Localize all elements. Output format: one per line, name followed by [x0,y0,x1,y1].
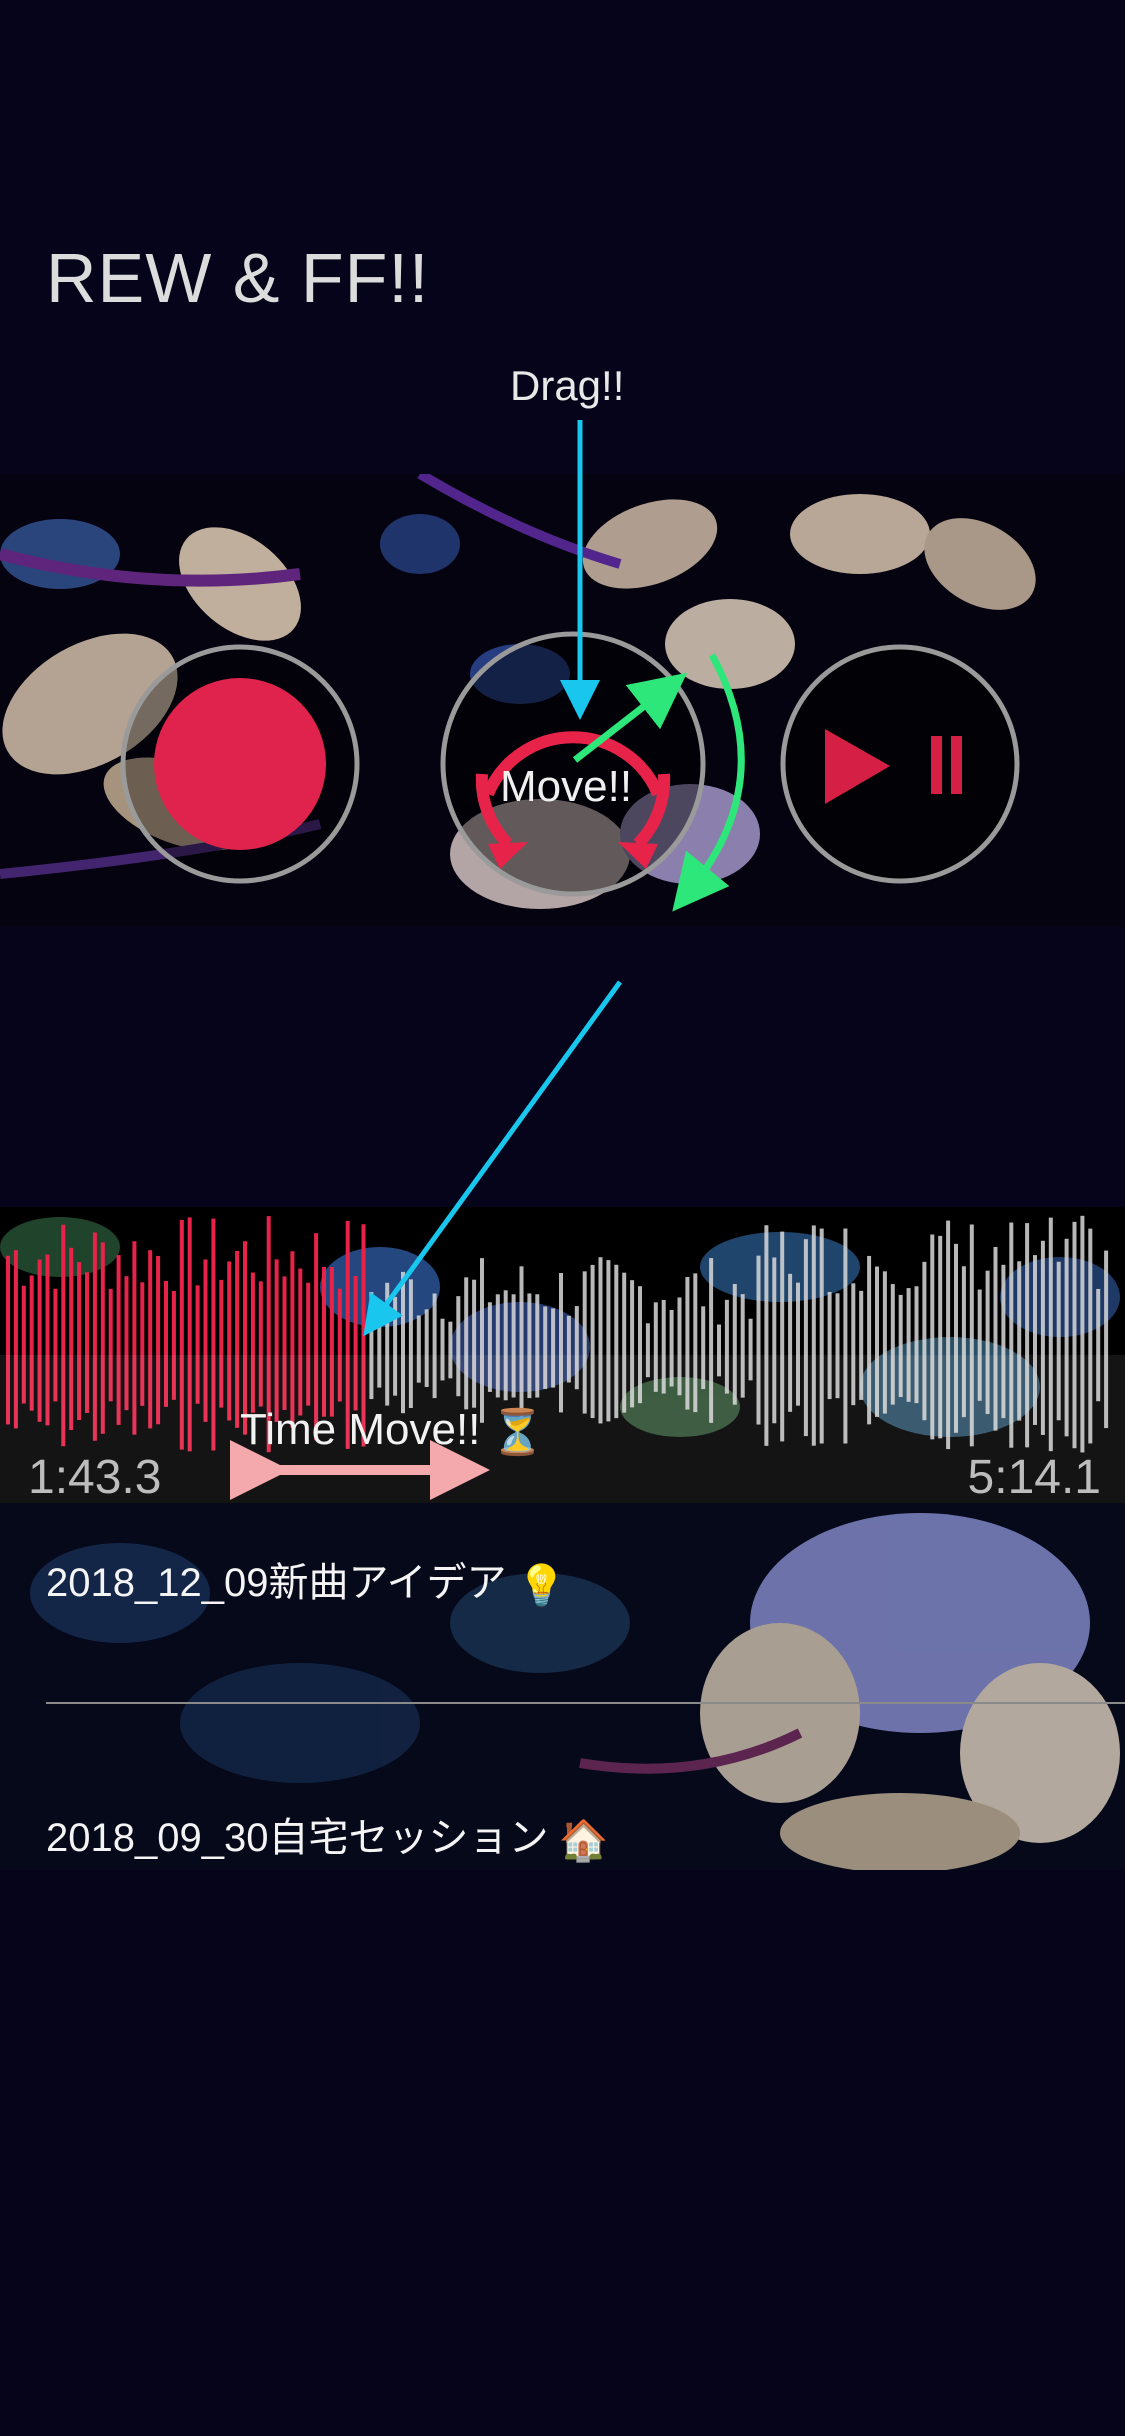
total-time: 5:14.1 [967,1451,1101,1504]
time-move-annotation: Time Move!! ⏳ [240,1405,546,1458]
pause-icon [931,736,942,794]
record-button[interactable] [120,644,360,884]
player-controls [0,474,1125,927]
drag-annotation: Drag!! [510,362,625,409]
page-title: REW & FF!! [46,239,430,317]
hourglass-icon: ⏳ [490,1408,546,1458]
list-divider [46,1702,1125,1704]
elapsed-time: 1:43.3 [28,1451,162,1504]
list-item[interactable]: 2018_09_30自宅セッション 🏠 [46,1805,608,1864]
move-annotation: Move!! [500,762,633,811]
house-icon: 🏠 [558,1818,609,1863]
play-pause-button[interactable] [780,644,1020,884]
recording-name: 2018_12_09新曲アイデア [46,1561,507,1605]
list-item[interactable]: 2018_12_09新曲アイデア 💡 [46,1550,566,1609]
recording-name: 2018_09_30自宅セッション [46,1816,549,1860]
lightbulb-icon: 💡 [516,1563,567,1608]
waveform[interactable] [0,1207,1125,1503]
